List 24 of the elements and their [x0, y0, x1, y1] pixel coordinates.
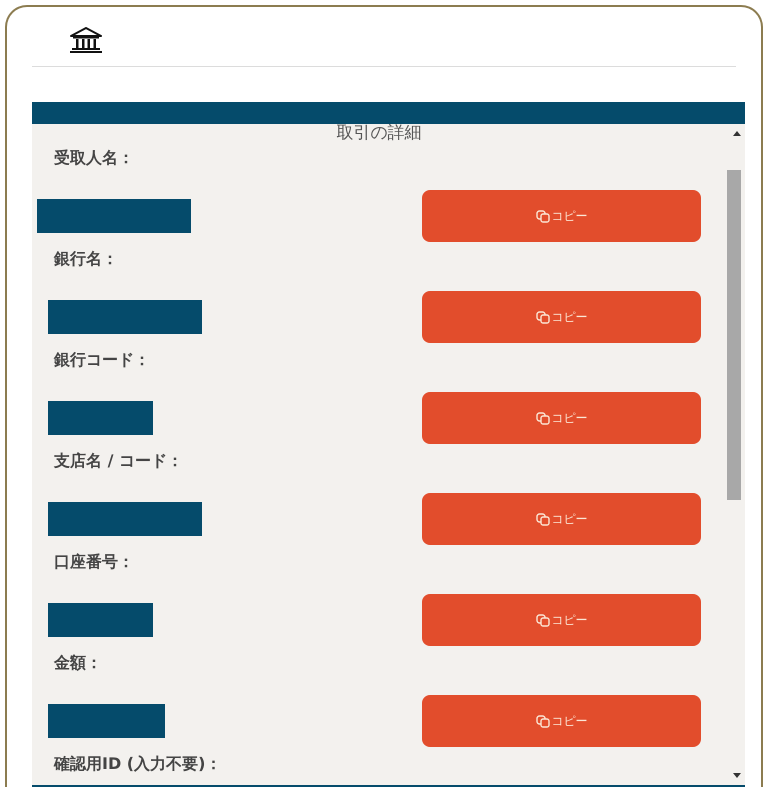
- field-label: 支店名 / コード：: [53, 451, 184, 471]
- copy-button[interactable]: コピー: [422, 392, 701, 444]
- field-label: 受取人名：: [53, 148, 135, 168]
- copy-icon: [536, 512, 550, 526]
- scroll-up-icon[interactable]: [733, 131, 741, 136]
- copy-button[interactable]: コピー: [422, 594, 701, 646]
- field-label: 銀行名：: [52, 249, 119, 269]
- field-label: 口座番号：: [53, 552, 135, 572]
- bank-icon: [70, 27, 102, 53]
- copy-icon: [536, 614, 550, 626]
- copy-icon: [536, 412, 550, 424]
- scrollbar-thumb[interactable]: [727, 170, 741, 500]
- copy-button[interactable]: コピー: [422, 695, 701, 747]
- copy-button[interactable]: コピー: [422, 291, 701, 343]
- copy-icon: [536, 310, 550, 324]
- copy-icon: [536, 210, 550, 222]
- field-label: 銀行コード：: [52, 350, 151, 370]
- panel-title: 取引の詳細: [336, 124, 422, 142]
- copy-button[interactable]: コピー: [422, 493, 701, 545]
- field-label: 確認用ID (入力不要)：: [52, 754, 222, 774]
- copy-button[interactable]: コピー: [422, 190, 701, 242]
- scroll-down-icon[interactable]: [733, 773, 741, 778]
- copy-icon: [536, 714, 550, 728]
- field-label: 金額：: [52, 653, 103, 673]
